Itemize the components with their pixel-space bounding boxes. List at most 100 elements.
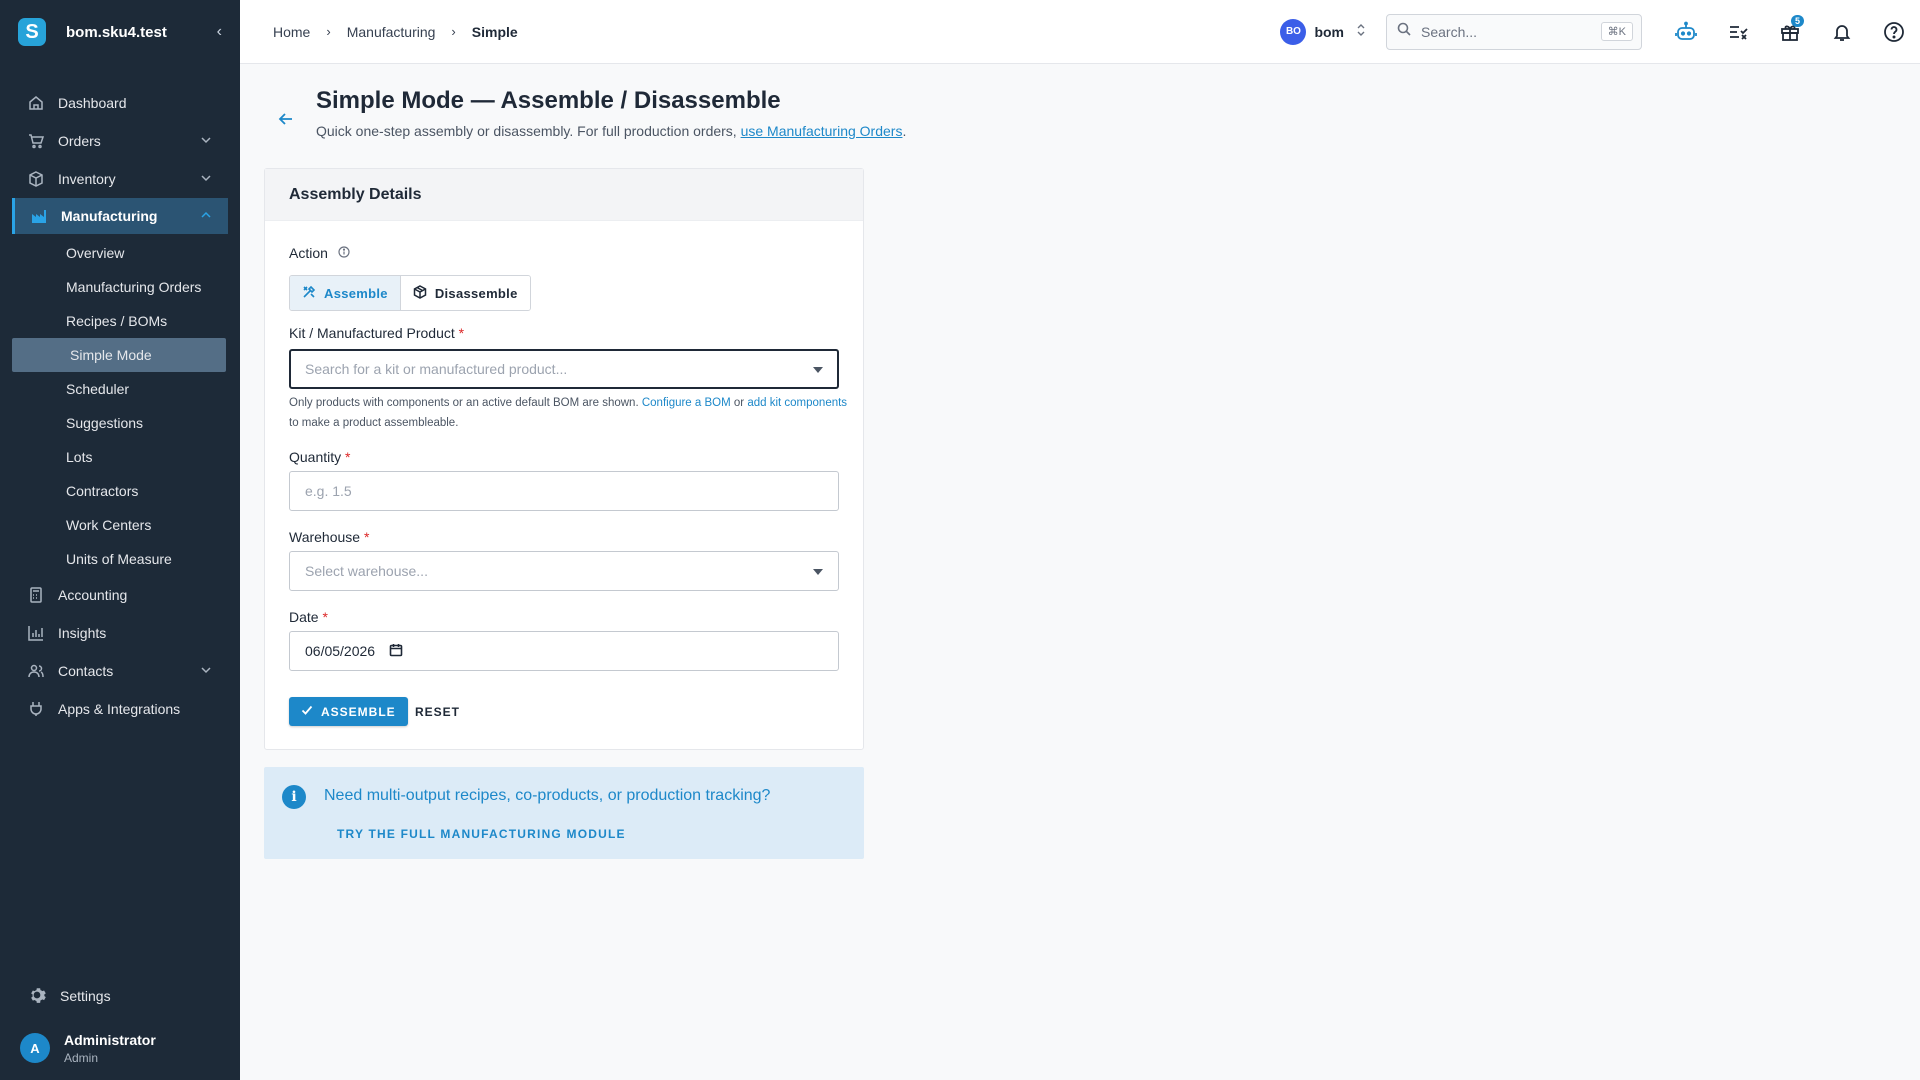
brand: S bom.sku4.test ‹ [0, 0, 240, 64]
sidebar-item-label: Dashboard [58, 95, 127, 111]
tasks-icon[interactable] [1712, 6, 1764, 58]
page-subtitle: Quick one-step assembly or disassembly. … [316, 123, 906, 139]
submenu-item-recipes-boms[interactable]: Recipes / BOMs [0, 304, 240, 338]
add-kit-components-link[interactable]: add kit components [747, 397, 847, 409]
manufacturing-orders-link[interactable]: use Manufacturing Orders [741, 123, 903, 139]
product-select[interactable]: Search for a kit or manufactured product… [289, 349, 839, 389]
sidebar-item-apps-integrations[interactable]: Apps & Integrations [0, 690, 240, 728]
submenu-item-scheduler[interactable]: Scheduler [0, 372, 240, 406]
submenu-item-overview[interactable]: Overview [0, 236, 240, 270]
quantity-placeholder: e.g. 1.5 [305, 483, 352, 499]
configure-bom-link[interactable]: Configure a BOM [642, 397, 731, 409]
submenu-item-contractors[interactable]: Contractors [0, 474, 240, 508]
sidebar-bottom: Settings A Administrator Admin [0, 976, 240, 1080]
ai-assistant-icon[interactable] [1660, 6, 1712, 58]
help-text-end: to make a product assembleable. [289, 417, 459, 429]
sidebar-item-orders[interactable]: Orders [0, 122, 240, 160]
gear-icon [28, 986, 46, 1007]
sidebar-item-manufacturing[interactable]: Manufacturing [12, 198, 228, 234]
submenu-item-work-centers[interactable]: Work Centers [0, 508, 240, 542]
help-icon[interactable] [1868, 6, 1920, 58]
assemble-button[interactable]: ASSEMBLE [289, 697, 408, 726]
required-mark: * [345, 449, 351, 465]
info-icon[interactable] [338, 246, 350, 261]
sidebar-item-dashboard[interactable]: Dashboard [0, 84, 240, 122]
calculator-icon [28, 587, 44, 603]
try-manufacturing-module-button[interactable]: TRY THE FULL MANUFACTURING MODULE [337, 827, 626, 841]
submenu-item-suggestions[interactable]: Suggestions [0, 406, 240, 440]
sidebar: S bom.sku4.test ‹ Dashboard Orders Inven… [0, 0, 240, 1080]
breadcrumb-manufacturing[interactable]: Manufacturing [347, 24, 436, 40]
warehouse-placeholder: Select warehouse... [305, 563, 428, 579]
box-icon [28, 171, 44, 187]
required-mark: * [458, 325, 465, 341]
warehouse-label-text: Warehouse [289, 529, 361, 545]
chevron-down-icon [200, 664, 212, 679]
quantity-label: Quantity * [289, 449, 350, 465]
org-badge: BO [1280, 18, 1307, 45]
chevron-up-icon [200, 209, 212, 224]
breadcrumb: Home › Manufacturing › Simple [273, 24, 1280, 40]
product-placeholder: Search for a kit or manufactured product… [305, 361, 568, 377]
factory-icon [31, 208, 47, 224]
back-arrow-icon[interactable] [266, 99, 306, 139]
submenu-item-lots[interactable]: Lots [0, 440, 240, 474]
sidebar-item-settings[interactable]: Settings [0, 976, 240, 1016]
gift-icon[interactable]: 5 [1764, 6, 1816, 58]
warehouse-label: Warehouse * [289, 529, 369, 545]
card-title: Assembly Details [265, 169, 863, 221]
sidebar-item-label: Apps & Integrations [58, 701, 181, 717]
sidebar-item-label: Orders [58, 133, 101, 149]
sidebar-item-label: Manufacturing [61, 208, 158, 224]
assemble-toggle-button[interactable]: Assemble [290, 276, 401, 310]
info-icon: i [282, 785, 306, 809]
home-icon [28, 95, 44, 111]
subtitle-end: . [902, 123, 907, 139]
people-icon [28, 663, 44, 679]
submenu-item-units-of-measure[interactable]: Units of Measure [0, 542, 240, 576]
org-name: bom [1314, 23, 1344, 40]
org-switcher[interactable]: BO bom [1280, 18, 1366, 45]
help-text: Only products with components or an acti… [289, 397, 642, 409]
user-profile[interactable]: A Administrator Admin [0, 1016, 240, 1080]
sidebar-item-accounting[interactable]: Accounting [0, 576, 240, 614]
dropdown-arrow-icon [813, 362, 823, 376]
product-label: Kit / Manufactured Product * [289, 325, 464, 341]
reset-button[interactable]: RESET [415, 697, 460, 726]
assembly-details-card: Assembly Details Action Assemble Disasse… [264, 168, 864, 750]
quantity-label-text: Quantity [289, 449, 342, 465]
upsell-banner: i Need multi-output recipes, co-products… [264, 767, 864, 859]
unfold-icon [1356, 23, 1366, 40]
search-placeholder: Search... [1421, 23, 1478, 40]
plug-icon [28, 701, 44, 717]
assemble-button-label: ASSEMBLE [321, 704, 396, 719]
search-input[interactable]: Search... ⌘K [1386, 13, 1642, 50]
required-mark: * [322, 609, 328, 625]
page-header: Simple Mode — Assemble / Disassemble Qui… [266, 87, 906, 139]
sidebar-item-label: Contacts [58, 663, 114, 679]
user-role: Admin [64, 1050, 99, 1065]
quantity-input[interactable]: e.g. 1.5 [289, 471, 839, 511]
calendar-icon[interactable] [389, 643, 403, 660]
chevron-down-icon [200, 134, 212, 149]
submenu-item-manufacturing-orders[interactable]: Manufacturing Orders [0, 270, 240, 304]
sidebar-item-contacts[interactable]: Contacts [0, 652, 240, 690]
submenu-item-simple-mode[interactable]: Simple Mode [12, 338, 226, 372]
search-shortcut: ⌘K [1600, 22, 1633, 41]
settings-label: Settings [60, 988, 111, 1004]
disassemble-toggle-button[interactable]: Disassemble [400, 276, 530, 310]
gift-badge: 5 [1790, 14, 1804, 27]
warehouse-select[interactable]: Select warehouse... [289, 551, 839, 591]
collapse-sidebar-icon[interactable]: ‹ [217, 23, 222, 41]
date-input[interactable]: 06/05/2026 [289, 631, 839, 671]
bar-chart-icon [28, 625, 44, 641]
topbar: Home › Manufacturing › Simple BO bom Sea… [240, 0, 1920, 64]
assemble-toggle-label: Assemble [324, 285, 388, 301]
sidebar-item-inventory[interactable]: Inventory [0, 160, 240, 198]
notifications-bell-icon[interactable] [1816, 6, 1868, 58]
app-logo: S [18, 18, 46, 46]
cart-icon [28, 133, 44, 149]
workspace-name[interactable]: bom.sku4.test [66, 24, 217, 41]
sidebar-item-insights[interactable]: Insights [0, 614, 240, 652]
breadcrumb-home[interactable]: Home [273, 24, 310, 40]
